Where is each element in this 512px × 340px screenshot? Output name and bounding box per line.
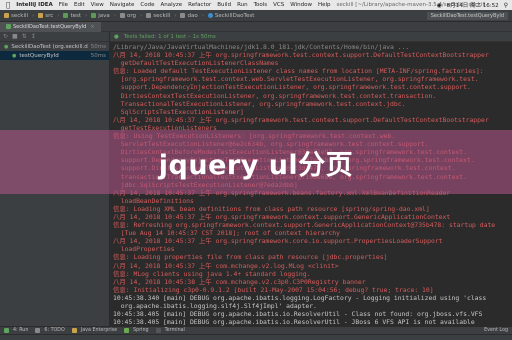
console-line: getDefaultTestExecutionListenerClassName…: [113, 59, 279, 68]
console-line: loadBeanDefinitions: [113, 196, 194, 205]
system-menu-bar:  IntelliJ IDEA File Edit View Navigate …: [0, 0, 512, 10]
package-icon: [180, 13, 186, 18]
folder-icon: [38, 13, 44, 18]
folder-icon: [4, 13, 9, 18]
menu-navigate[interactable]: Navigate: [110, 2, 135, 8]
menu-tools[interactable]: Tools: [254, 2, 268, 8]
status-bar: [0, 334, 512, 340]
console-line: 10:45:38.405 [main] DEBUG org.apache.iba…: [113, 318, 475, 326]
menu-build[interactable]: Build: [217, 2, 231, 8]
console-line: org.apache.ibatis.logging.slf4j.Slf4jImp…: [113, 302, 317, 310]
navigation-bar: seckill › src › test › java › org › seckill › …: [0, 10, 512, 22]
close-icon[interactable]: ×: [90, 24, 94, 30]
run-configuration-select[interactable]: SeckillDaoTest.testQueryById: [426, 12, 508, 20]
apple-menu-icon[interactable]: : [6, 1, 10, 9]
console-line: /Library/Java/JavaVirtualMachines/jdk1.8…: [113, 43, 410, 51]
console-line: support.DependencyInjectionTestExecution…: [113, 83, 471, 92]
rerun-icon[interactable]: ↻: [3, 33, 8, 40]
menu-vcs[interactable]: VCS: [273, 2, 284, 8]
package-icon: [146, 13, 152, 18]
run-icon: [4, 328, 9, 333]
console-line: 八月 14, 2018 10:45:37 上午 org.springframew…: [113, 51, 489, 60]
breadcrumb-src[interactable]: src: [38, 13, 53, 19]
stop-icon[interactable]: ■: [12, 33, 18, 40]
menu-edit[interactable]: Edit: [74, 2, 85, 8]
folder-icon: [63, 13, 69, 18]
test-status-text: Tests failed: 1 of 1 test – 1s 50ms: [123, 33, 216, 40]
breadcrumb-seckill-pkg[interactable]: seckill: [146, 13, 170, 19]
search-icon[interactable]: ⚲: [504, 2, 508, 9]
app-menu[interactable]: IntelliJ IDEA: [16, 2, 53, 8]
console-line: 10:45:38.405 [main] DEBUG org.apache.iba…: [113, 310, 483, 319]
tool-tab-terminal[interactable]: Terminal: [155, 328, 185, 333]
terminal-icon: [155, 328, 161, 333]
console-line: SqlScriptsTestExecutionListener]: [113, 107, 244, 116]
breadcrumb-org[interactable]: org: [119, 13, 136, 19]
breadcrumb-seckill[interactable]: seckill: [4, 13, 28, 19]
menu-window[interactable]: Window: [290, 2, 312, 8]
console-line: 10:45:38.340 [main] DEBUG org.apache.iba…: [113, 293, 487, 302]
tool-tab-event-log[interactable]: Event Log: [484, 328, 508, 333]
test-passed-icon: ●: [12, 52, 17, 59]
console-line: 信息: Loading XML bean definitions from cl…: [113, 204, 430, 213]
breadcrumb-class[interactable]: SeckillDaoTest: [207, 13, 254, 19]
test-passed-icon: ●: [4, 43, 9, 50]
package-icon: [119, 13, 125, 18]
folder-icon: [91, 13, 97, 18]
todo-icon: [35, 328, 41, 333]
tool-tab-java-enterprise[interactable]: Java Enterprise: [71, 328, 117, 333]
console-line: [org.springframework.test.context.web.Se…: [113, 75, 479, 84]
console-line: 八月 14, 2018 10:45:37 上午 com.mchange.v2.l…: [113, 261, 339, 270]
console-line: 信息: Initializing c3p0-0.9.1.2 [built 21-…: [113, 285, 434, 294]
test-status-icon: ●: [114, 33, 119, 40]
tool-tab-run[interactable]: 4: Run: [4, 328, 28, 333]
run-icon: [6, 24, 11, 29]
menu-run[interactable]: Run: [237, 2, 248, 8]
tree-toolbar: ↻ ■ ⇅ ↕: [0, 32, 109, 42]
console-line: [Tue Aug 14 10:45:37 CST 2018]; root of …: [113, 229, 341, 238]
tree-node-method[interactable]: ● testQueryById 50ms: [0, 51, 109, 60]
menu-analyze[interactable]: Analyze: [160, 2, 182, 8]
java-enterprise-icon: [71, 328, 77, 333]
run-tab-strip: SeckillDaoTest.testQueryById ×: [0, 21, 512, 32]
console-line: loadProperties: [113, 245, 175, 254]
tool-tab-spring[interactable]: Spring: [124, 328, 149, 333]
console-line: 信息: Loaded default TestExecutionListener…: [113, 67, 484, 76]
console-line: 八月 14, 2018 10:45:37 上午 org.springframew…: [113, 212, 451, 221]
tool-window-bar: 4: Run 6: TODO Java Enterprise Spring Te…: [0, 326, 512, 334]
breadcrumb-java[interactable]: java: [91, 13, 110, 19]
clock[interactable]: 8月14日 周二 16:52: [447, 1, 499, 9]
class-icon: [207, 13, 213, 18]
menu-refactor[interactable]: Refactor: [188, 2, 211, 8]
console-line: 信息: Refreshing org.springframework.conte…: [113, 221, 496, 230]
console-line: 八月 14, 2018 10:45:37 上午 org.springframew…: [113, 115, 489, 124]
console-line: TransactionalTestExecutionListener, org.…: [113, 99, 406, 108]
banner-title: jquery ul分页: [158, 149, 354, 181]
menu-file[interactable]: File: [59, 2, 68, 8]
breadcrumb-test[interactable]: test: [63, 13, 81, 19]
menu-help[interactable]: Help: [318, 2, 331, 8]
expand-icon[interactable]: ↕: [31, 33, 36, 40]
console-line: 八月 14, 2018 10:45:37 上午 org.springframew…: [113, 237, 443, 246]
console-line: 信息: MLog clients using java 1.4+ standar…: [113, 269, 311, 278]
spring-icon: [124, 328, 130, 333]
tool-tab-todo[interactable]: 6: TODO: [35, 328, 65, 333]
tab-run-config[interactable]: SeckillDaoTest.testQueryById ×: [0, 21, 101, 32]
console-line: 八月 14, 2018 10:45:38 上午 com.mchange.v2.c…: [113, 277, 366, 286]
breadcrumb-dao[interactable]: dao: [180, 13, 198, 19]
menu-code[interactable]: Code: [140, 2, 154, 8]
console-line: 信息: Loading properties file from class p…: [113, 253, 388, 262]
wifi-icon[interactable]: ◉: [436, 2, 441, 9]
sort-icon[interactable]: ⇅: [22, 33, 27, 40]
menu-view[interactable]: View: [91, 2, 104, 8]
console-line: DirtiesContextTestExecutionListener, org…: [113, 91, 437, 100]
tree-node-class[interactable]: ● SeckillDaoTest (org.seckill.d 50ms: [0, 42, 109, 51]
console-header: ● Tests failed: 1 of 1 test – 1s 50ms: [110, 32, 512, 42]
